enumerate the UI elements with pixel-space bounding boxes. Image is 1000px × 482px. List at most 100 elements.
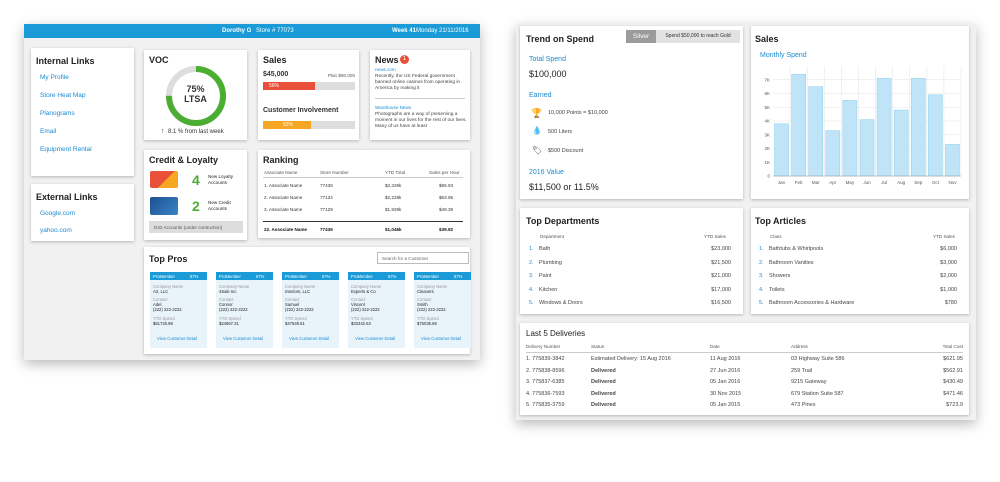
delivery-cell: 4. 775836-7593: [526, 390, 565, 397]
promember-percent: 87%: [388, 273, 397, 279]
row-name: Kitchen: [539, 286, 558, 293]
loyalty-card-image: [150, 171, 178, 188]
ranking-cell: $2,229k: [385, 195, 402, 200]
bar-mar: [808, 86, 824, 177]
view-customer-detail-link[interactable]: View Customer Detail: [289, 336, 329, 341]
delivery-cell: 11 Aug 2016: [710, 356, 741, 362]
delivery-cell: 2. 775838-8596: [526, 367, 565, 374]
promember-badge: ProMember 87%: [348, 272, 405, 280]
delivery-cell: $723.9: [946, 402, 963, 408]
articles-title: Top Articles: [755, 216, 807, 226]
news-divider: [375, 98, 465, 99]
promember-badge: ProMember 87%: [282, 272, 339, 280]
pro-ytd: $47549.61: [285, 321, 305, 326]
x-tick-label: May: [846, 180, 855, 185]
sales-plan: Plan $80,000: [327, 73, 355, 78]
link-equipment-rental[interactable]: Equipment Rental: [40, 146, 92, 153]
delivery-cell: Delivered: [591, 379, 616, 385]
bar-jun: [859, 119, 875, 177]
row-value: $21,500: [711, 259, 731, 266]
bar-sep: [910, 78, 926, 177]
sales-amount: $45,000: [263, 71, 289, 78]
ranking-cell: $2,329k: [385, 183, 402, 188]
pro-ytd: $61725.98: [153, 321, 173, 326]
row-name: Bathroom Vanities: [769, 259, 814, 266]
y-tick-label: 4K: [764, 119, 770, 124]
pro-phone: (222) 222-2222: [351, 307, 380, 312]
departments-col-dept: Department: [540, 234, 565, 239]
news-source-1[interactable]: news.com: [375, 67, 396, 72]
row-name: Toilets: [769, 286, 785, 293]
row-name: Plumbing: [539, 259, 562, 266]
news-card: News 1 news.com Recently, the US Federal…: [370, 50, 470, 140]
y-tick-label: 3K: [764, 132, 770, 137]
deliveries-header-cell: Total Cost: [942, 344, 963, 349]
row-value: $3,000: [940, 259, 957, 266]
row-value: $1,000: [940, 286, 957, 293]
involvement-progress-label: 52%: [283, 122, 294, 128]
departments-col-ytd: YTD Sales: [704, 234, 726, 239]
view-customer-detail-link[interactable]: View Customer Detail: [355, 336, 395, 341]
x-tick-label: Apr: [829, 180, 837, 185]
x-tick-label: Jul: [881, 180, 887, 185]
view-customer-detail-link[interactable]: View Customer Detail: [157, 336, 197, 341]
y-tick-label: 0: [767, 174, 770, 179]
promember-label: ProMember: [351, 273, 373, 279]
news-title: News: [375, 55, 399, 65]
row-number: 4.: [759, 286, 764, 293]
delivery-cell: 05 Jan 2015: [710, 402, 741, 408]
pro-company: Interiors, LLC: [285, 289, 311, 294]
trend-on-spend-card: Trend on Spend Silver Spend $50,000 to r…: [520, 26, 743, 199]
deliveries-header-cell: Status: [591, 344, 605, 349]
credit-loyalty-card: Credit & Loyalty 4 New Loyalty Accounts …: [144, 150, 247, 240]
y-tick-label: 7K: [764, 77, 770, 82]
ranking-header-name: Associate Name: [264, 170, 298, 175]
x-tick-label: Sep: [914, 180, 923, 185]
link-email[interactable]: Email: [40, 128, 56, 135]
header-user: Dorothy G: [222, 28, 252, 34]
pro-phone: (222) 222-2222: [285, 307, 314, 312]
customer-search-input[interactable]: Search for a Customer: [377, 252, 469, 264]
link-my-profile[interactable]: My Profile: [40, 74, 69, 81]
view-customer-detail-link[interactable]: View Customer Detail: [421, 336, 461, 341]
delivery-cell: 27 Jun 2016: [710, 367, 741, 374]
news-source-2[interactable]: Warehouse News: [375, 105, 411, 110]
bar-feb: [791, 74, 806, 177]
total-spend-value: $100,000: [529, 69, 567, 79]
view-customer-detail-link[interactable]: View Customer Detail: [223, 336, 263, 341]
row-name: Bath: [539, 246, 551, 252]
delivery-cell: 679 Station Suite 587: [791, 390, 844, 397]
row-value: $2,000: [940, 273, 957, 279]
ranking-card: Ranking Associate Name Store Number YTD …: [258, 150, 470, 238]
link-store-heat-map[interactable]: Store Heat Map: [40, 92, 86, 99]
external-links-card: External Links Google.com yahoo.com: [31, 184, 134, 241]
link-planograms[interactable]: Planograms: [40, 110, 75, 117]
top-header-bar: Dorothy G Store # 77073 Week 41 Monday 2…: [24, 24, 480, 38]
row-value: $780: [944, 300, 957, 306]
y-tick-label: 2K: [764, 146, 770, 151]
top-pros-card: Top Pros Search for a Customer ProMember…: [144, 247, 471, 354]
promember-label: ProMember: [285, 273, 307, 279]
row-number: 2.: [759, 259, 764, 266]
d42-accounts-label: D42 Accounts (under contruction): [154, 225, 223, 230]
link-google[interactable]: Google.com: [40, 210, 75, 217]
ranking-header-sph: Sales per Hour: [429, 170, 460, 175]
delivery-cell: $430.49: [943, 379, 963, 385]
x-tick-label: Oct: [932, 180, 940, 185]
link-yahoo[interactable]: yahoo.com: [40, 227, 72, 234]
delivery-cell: $471.46: [943, 390, 963, 397]
pro-ytd: $75035.66: [417, 321, 437, 326]
row-number: 5.: [529, 300, 534, 306]
pro-ytd: $33342.53: [351, 321, 371, 326]
delivery-cell: Estimated Delivery: 15 Aug 2016: [591, 356, 671, 362]
bar-jul: [876, 78, 892, 177]
ranking-me-cell: 22. Associate Name: [264, 227, 307, 232]
row-number: 1.: [759, 246, 764, 252]
sales-chart-title: Sales: [755, 34, 779, 44]
top-departments-card: Top Departments Department YTD Sales 1. B…: [520, 208, 743, 314]
row-name: Bathtubs & Whirlpools: [769, 246, 824, 252]
header-store: Store # 77073: [256, 28, 294, 34]
bar-aug: [893, 109, 909, 177]
row-name: Bathroom Accessories & Hardware: [769, 300, 855, 306]
bar-oct: [928, 94, 943, 177]
